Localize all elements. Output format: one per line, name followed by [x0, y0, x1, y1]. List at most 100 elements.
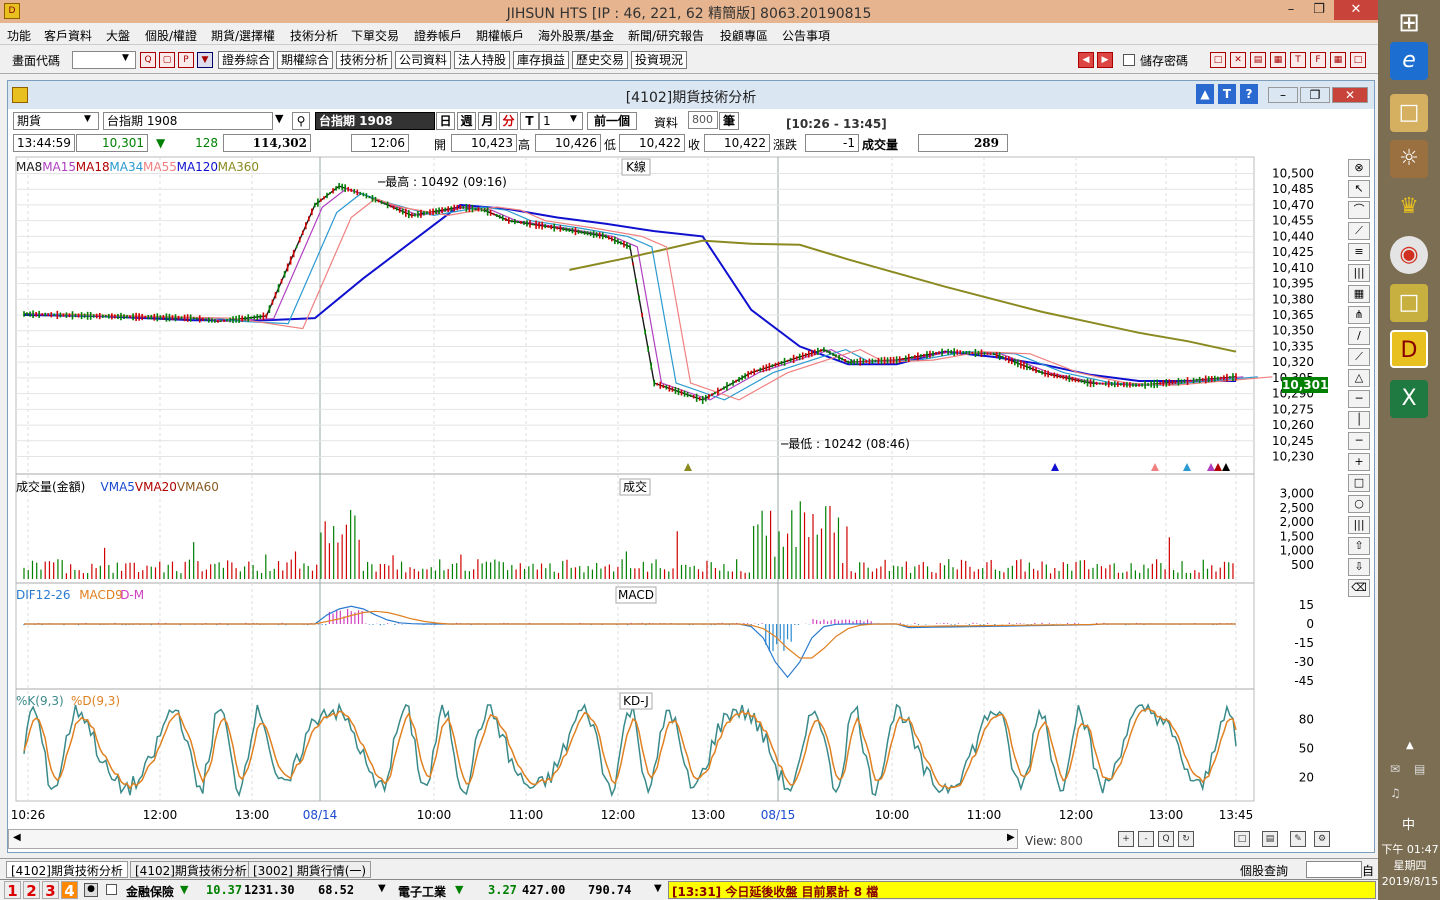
status-checkbox[interactable]: [106, 884, 117, 895]
tool-icon-4[interactable]: ▦: [1270, 52, 1286, 68]
prev-button[interactable]: 前一個: [587, 112, 637, 130]
toolbar-button-4[interactable]: 法人持股: [454, 51, 511, 69]
draw-tool-icon-1[interactable]: ↖: [1348, 180, 1370, 198]
scroll-right-icon[interactable]: ▶: [1007, 832, 1015, 843]
jihsun-icon[interactable]: D: [1390, 330, 1428, 368]
draw-tool-icon-2[interactable]: ⌒: [1348, 201, 1370, 219]
zoom-in-icon[interactable]: +: [1118, 831, 1134, 847]
maximize-icon[interactable]: ❐: [1304, 0, 1334, 20]
tab-1[interactable]: [4102]期貨技術分析: [130, 861, 252, 878]
menu-11[interactable]: 投顧專區: [720, 27, 768, 44]
save-password-checkbox[interactable]: [1123, 54, 1135, 66]
toolbar-button-3[interactable]: 公司資料: [395, 51, 452, 69]
text-icon[interactable]: T: [1218, 84, 1236, 104]
crown-icon[interactable]: ♛: [1390, 188, 1428, 226]
notes-icon[interactable]: □: [1390, 284, 1428, 322]
symbol-select[interactable]: 台指期 1908: [103, 112, 273, 130]
draw-tool-icon-6[interactable]: ▦: [1348, 285, 1370, 303]
arrow-up-icon[interactable]: ▲: [1196, 84, 1214, 104]
toolbar-button-1[interactable]: 期權綜合: [277, 51, 334, 69]
draw-tool-icon-0[interactable]: ⊗: [1348, 159, 1370, 177]
draw-tool-icon-5[interactable]: |||: [1348, 264, 1370, 282]
toolbar-button-2[interactable]: 技術分析: [336, 51, 393, 69]
draw-tool-icon-19[interactable]: ⇩: [1348, 558, 1370, 576]
chevron-down-icon[interactable]: ▼: [122, 53, 129, 63]
dropdown-icon[interactable]: ▼: [197, 52, 213, 68]
tool-icon-3[interactable]: ▤: [1250, 52, 1266, 68]
refresh-icon[interactable]: ↻: [1178, 831, 1194, 847]
tool-icon-2[interactable]: ✕: [1230, 52, 1246, 68]
layout-icon[interactable]: ▤: [1262, 831, 1278, 847]
print-icon[interactable]: P: [178, 52, 194, 68]
tray-up-icon[interactable]: ▲: [1406, 740, 1414, 751]
tab-2[interactable]: [3002] 期貨行情(一): [248, 861, 372, 878]
quick-num-3[interactable]: 3: [42, 881, 59, 900]
period-3[interactable]: 分: [499, 112, 518, 130]
win-restore-icon[interactable]: ❐: [1300, 87, 1330, 103]
quick-num-4[interactable]: 4: [61, 881, 78, 900]
draw-tool-icon-18[interactable]: ⇧: [1348, 537, 1370, 555]
menu-1[interactable]: 客戶資料: [44, 27, 92, 44]
ie-icon[interactable]: e: [1390, 42, 1428, 80]
menu-7[interactable]: 證券帳戶: [414, 27, 462, 44]
draw-tool-icon-9[interactable]: ⟋: [1348, 348, 1370, 366]
magnifier-icon[interactable]: Q: [1158, 831, 1174, 847]
menu-5[interactable]: 技術分析: [290, 27, 338, 44]
tray-network-icon[interactable]: ▤: [1414, 762, 1425, 776]
win-minimize-icon[interactable]: –: [1268, 87, 1298, 103]
minimize-icon[interactable]: –: [1276, 0, 1306, 20]
tool-icon-1[interactable]: □: [1210, 52, 1226, 68]
scroll-left-icon[interactable]: ◀: [13, 832, 21, 843]
toolbar-button-6[interactable]: 歷史交易: [572, 51, 629, 69]
draw-tool-icon-13[interactable]: ─: [1348, 432, 1370, 450]
horizontal-scrollbar[interactable]: ◀ ▶: [8, 829, 1018, 849]
toolbar-button-0[interactable]: 證券綜合: [218, 51, 275, 69]
menu-8[interactable]: 期權帳戶: [476, 27, 524, 44]
draw-tool-icon-4[interactable]: ≡: [1348, 243, 1370, 261]
draw-tool-icon-14[interactable]: +: [1348, 453, 1370, 471]
chrome-icon[interactable]: ◉: [1390, 236, 1428, 274]
interval-chevron-down-icon[interactable]: ▼: [570, 114, 577, 124]
symbol-chevron-down-icon[interactable]: ▼: [275, 112, 289, 130]
folder-icon[interactable]: □: [1390, 94, 1428, 132]
quick-num-1[interactable]: 1: [4, 881, 21, 900]
data-count-input[interactable]: 800: [688, 111, 718, 129]
tool-icon-8[interactable]: □: [1350, 52, 1366, 68]
toolbar-button-5[interactable]: 庫存損益: [513, 51, 570, 69]
draw-tool-icon-3[interactable]: ⟋: [1348, 222, 1370, 240]
draw-tool-icon-20[interactable]: ⌫: [1348, 579, 1370, 597]
win-close-icon[interactable]: ✕: [1332, 87, 1368, 103]
menu-10[interactable]: 新聞/研究報告: [628, 27, 704, 44]
zoom-out-icon[interactable]: -: [1138, 831, 1154, 847]
tray-mail-icon[interactable]: ✉: [1390, 762, 1400, 776]
pen-icon[interactable]: ✎: [1290, 831, 1306, 847]
copy-icon[interactable]: □: [1234, 831, 1250, 847]
view-value[interactable]: 800: [1060, 834, 1083, 848]
excel-icon[interactable]: X: [1390, 380, 1428, 418]
paint-icon[interactable]: ☼: [1390, 140, 1428, 178]
menu-4[interactable]: 期貨/選擇權: [211, 27, 275, 44]
draw-tool-icon-8[interactable]: /: [1348, 327, 1370, 345]
windows-start-icon[interactable]: ⊞: [1390, 4, 1428, 42]
symbol-search-icon[interactable]: ⚲: [292, 112, 310, 130]
tool-icon-7[interactable]: ▦: [1330, 52, 1346, 68]
sector2-chevron-down-icon[interactable]: ▼: [654, 883, 662, 894]
tool-icon-5[interactable]: T: [1290, 52, 1306, 68]
menu-3[interactable]: 個股/權證: [145, 27, 197, 44]
toolbar-button-7[interactable]: 投資現況: [631, 51, 688, 69]
draw-tool-icon-16[interactable]: ○: [1348, 495, 1370, 513]
draw-tool-icon-15[interactable]: □: [1348, 474, 1370, 492]
period-2[interactable]: 月: [478, 112, 497, 130]
menu-12[interactable]: 公告事項: [782, 27, 830, 44]
type-chevron-down-icon[interactable]: ▼: [84, 114, 91, 124]
lock-icon[interactable]: ●: [84, 883, 98, 897]
tray-volume-icon[interactable]: ♫: [1390, 786, 1401, 800]
draw-tool-icon-7[interactable]: ⋔: [1348, 306, 1370, 324]
quick-num-2[interactable]: 2: [23, 881, 40, 900]
close-icon[interactable]: ✕: [1334, 0, 1378, 20]
window-icon[interactable]: ▢: [159, 52, 175, 68]
period-1[interactable]: 週: [457, 112, 476, 130]
arrow-left-icon[interactable]: ◀: [1078, 52, 1094, 68]
search-icon[interactable]: Q: [140, 52, 156, 68]
arrow-right-icon[interactable]: ▶: [1097, 52, 1113, 68]
